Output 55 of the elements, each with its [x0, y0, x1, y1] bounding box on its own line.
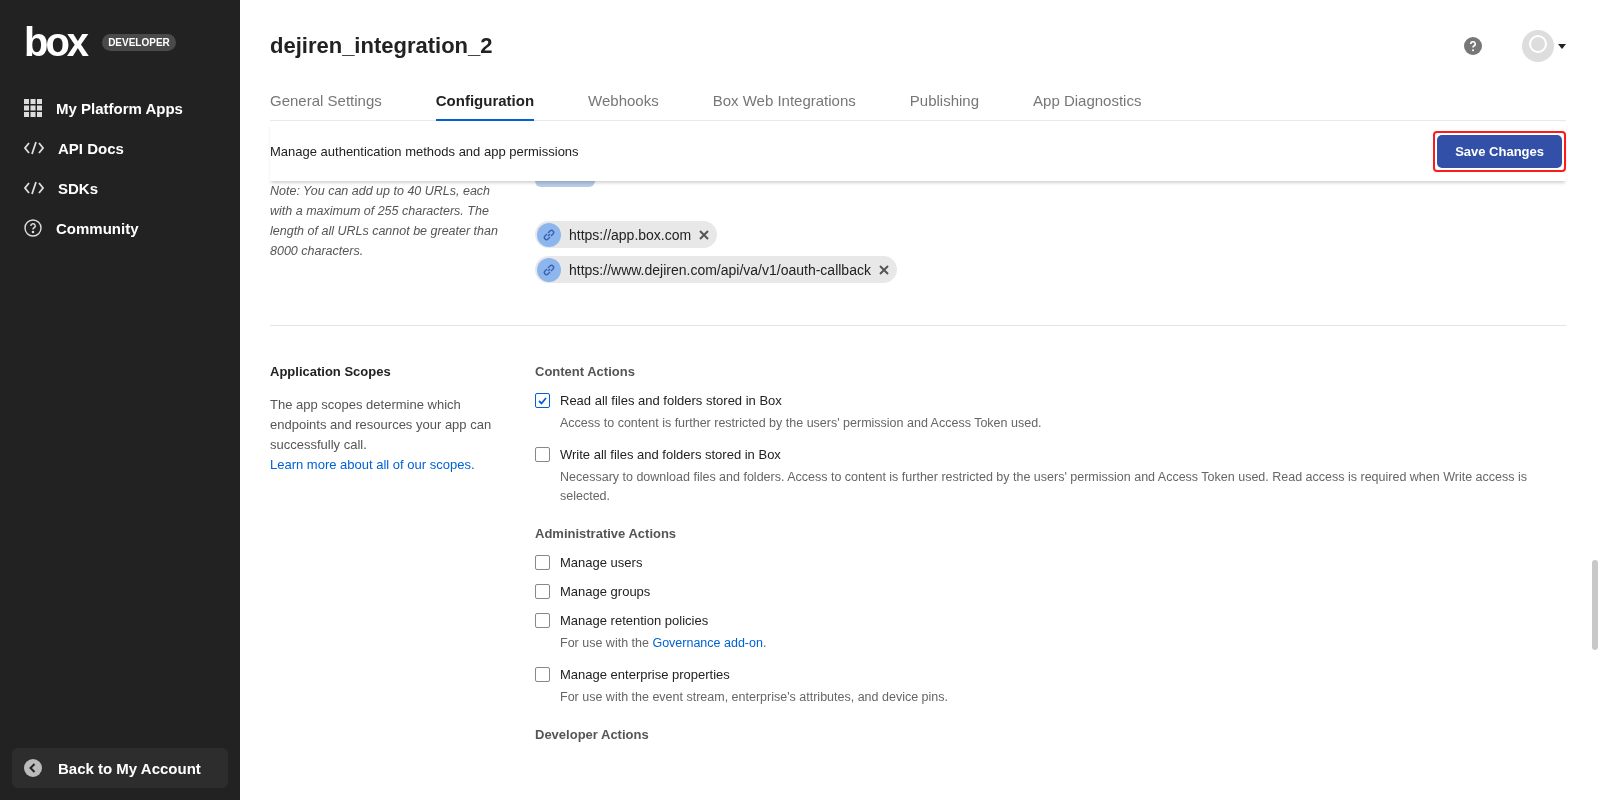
code-icon: [24, 181, 44, 195]
back-button[interactable]: Back to My Account: [12, 748, 228, 788]
scope-label: Manage groups: [560, 584, 651, 599]
sidebar-item[interactable]: My Platform Apps: [12, 88, 228, 128]
checkbox[interactable]: [535, 667, 550, 682]
sidebar-item[interactable]: API Docs: [12, 128, 228, 168]
scope-description: For use with the Governance add-on.: [560, 635, 768, 652]
scrollbar[interactable]: [1592, 560, 1598, 650]
group-heading: Administrative Actions: [535, 526, 678, 541]
grid-icon: [24, 99, 42, 117]
group-heading: Content Actions: [535, 364, 636, 379]
check-icon: [538, 396, 547, 405]
code-icon: [24, 141, 44, 155]
section-title: Application Scopes: [270, 364, 392, 379]
scope-description: Necessary to download files and folders. Access to content is further restricted by the users' permission and Access Token used. Read access is required when Write access is selected.: [560, 469, 1528, 505]
avatar-icon: [1522, 30, 1554, 62]
redirect-note: Note: You can add up to 40 URLs, each with a maximum of 255 characters. The length of all URLs cannot be greater than 8000 characters.: [270, 183, 499, 260]
scope-label: Write all files and folders stored in Box: [560, 447, 781, 462]
group-heading: Developer Actions: [535, 727, 650, 742]
checkbox[interactable]: [535, 447, 550, 462]
uri-text: https://app.box.com: [569, 226, 692, 243]
checkbox[interactable]: [535, 555, 550, 570]
tab[interactable]: App Diagnostics: [1033, 92, 1142, 121]
checkbox[interactable]: [535, 584, 550, 599]
caret-icon: [1558, 43, 1566, 49]
scopes-link[interactable]: Learn more about all of our scopes.: [270, 457, 475, 472]
checkbox[interactable]: [535, 393, 550, 408]
section-description: The app scopes determine which endpoints and resources your app can successfully call. Learn more about all of our scopes.: [270, 396, 493, 474]
checkbox[interactable]: [535, 613, 550, 628]
developer-badge: DEVELOPER: [102, 33, 176, 51]
scope-label: Read all files and folders stored in Box: [560, 393, 782, 408]
logo: box: [24, 22, 87, 62]
action-bar-description: Manage authentication methods and app permissions: [270, 143, 579, 159]
sidebar-item[interactable]: Community: [12, 208, 228, 248]
tab[interactable]: Box Web Integrations: [712, 92, 856, 121]
close-icon[interactable]: [878, 264, 889, 275]
scope-description: For use with the event stream, enterprise's attributes, and device pins.: [560, 689, 949, 706]
save-changes-button[interactable]: Save Changes: [1437, 134, 1562, 168]
help-icon: [24, 219, 42, 237]
sidebar-item[interactable]: SDKs: [12, 168, 228, 208]
scope-label: Manage enterprise properties: [560, 667, 730, 682]
close-icon[interactable]: [699, 229, 710, 240]
app-title: dejiren_integration_2: [270, 33, 494, 59]
governance-link[interactable]: Governance add-on: [652, 636, 763, 650]
tab[interactable]: General Settings: [270, 92, 382, 121]
tab[interactable]: Publishing: [909, 92, 980, 121]
link-icon: [537, 222, 561, 247]
uri-text: https://www.dejiren.com/api/va/v1/oauth-callback: [569, 261, 871, 278]
scope-label: Manage retention policies: [560, 613, 709, 628]
help-icon[interactable]: [1464, 37, 1482, 55]
link-icon: [537, 257, 561, 282]
chevron-left-icon: [24, 759, 42, 777]
tab[interactable]: Webhooks: [588, 92, 659, 121]
scope-label: Manage users: [560, 555, 643, 570]
scope-description: Access to content is further restricted by the users' permission and Access Token used.: [560, 415, 1043, 432]
